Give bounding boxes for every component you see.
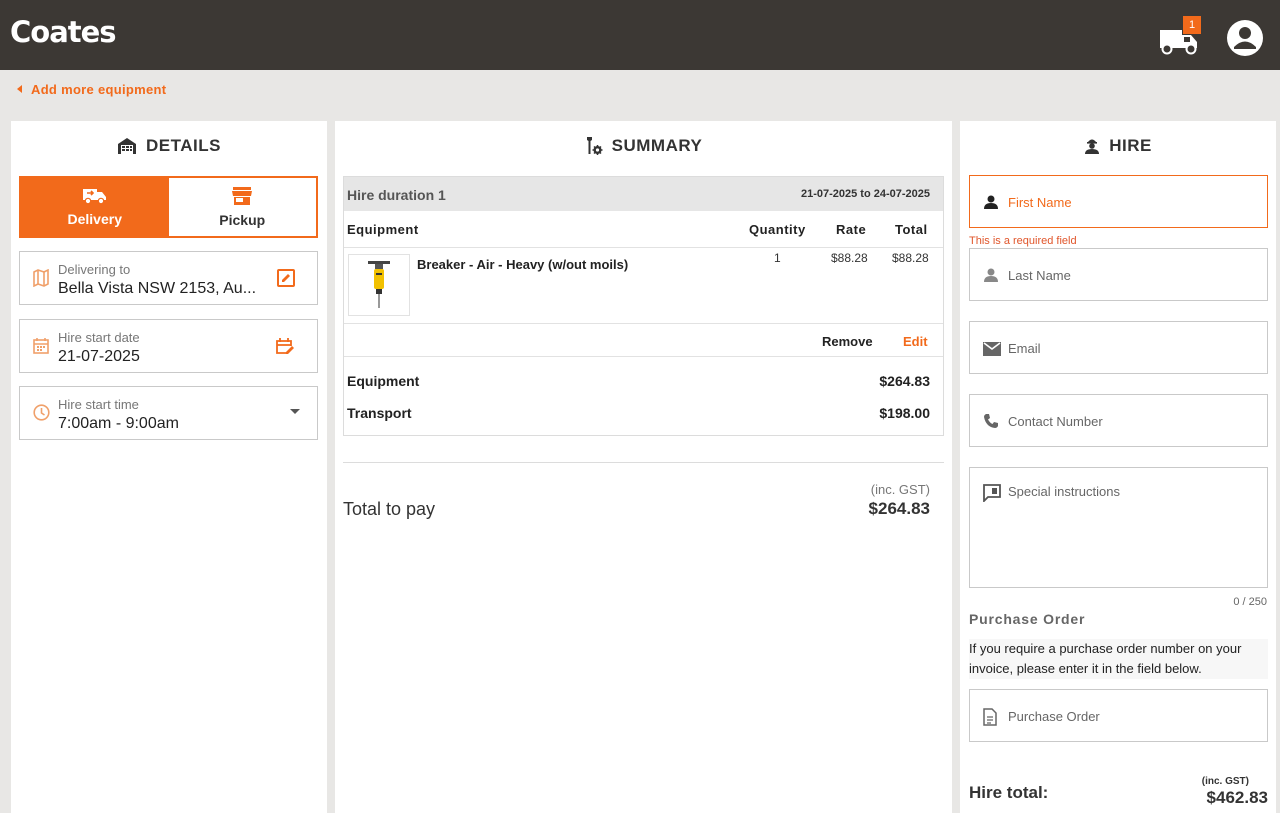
top-bar: Coates 1	[0, 0, 1280, 70]
calendar-icon	[33, 338, 49, 354]
contact-number-placeholder: Contact Number	[1008, 414, 1103, 429]
hire-start-time-label: Hire start time	[58, 397, 139, 412]
fulfilment-mode-toggle: Delivery Pickup	[19, 176, 318, 238]
details-heading: DETAILS	[11, 121, 327, 171]
delivery-label: Delivery	[67, 211, 122, 227]
person-icon	[984, 268, 998, 282]
hire-start-date-field[interactable]: Hire start date 21-07-2025	[19, 319, 318, 373]
table-divider	[344, 356, 943, 357]
details-title: DETAILS	[146, 136, 221, 155]
transport-label: Transport	[347, 405, 412, 421]
table-divider	[344, 247, 943, 248]
pickup-toggle-button[interactable]: Pickup	[168, 178, 316, 236]
last-name-placeholder: Last Name	[1008, 268, 1071, 283]
summary-panel: SUMMARY Hire duration 1 21-07-2025 to 24…	[335, 121, 952, 813]
summary-heading: SUMMARY	[335, 121, 952, 171]
last-name-input[interactable]: Last Name	[969, 248, 1268, 301]
total-to-pay-value: $264.83	[868, 499, 930, 518]
equipment-subtotal-label: Equipment	[347, 373, 420, 389]
total-gst-note: (inc. GST)	[870, 482, 930, 497]
first-name-input[interactable]: First Name	[969, 175, 1268, 228]
phone-icon	[984, 414, 998, 428]
character-counter: 0 / 250	[1233, 596, 1267, 608]
delivering-to-label: Delivering to	[58, 262, 131, 277]
calendar-edit-icon[interactable]	[275, 337, 295, 356]
hire-start-date-value: 21-07-2025	[58, 348, 140, 365]
table-divider	[344, 323, 943, 324]
purchase-order-info: If you require a purchase order number o…	[969, 639, 1268, 679]
email-input[interactable]: Email	[969, 321, 1268, 374]
equipment-thumbnail	[348, 254, 410, 316]
chevron-left-icon	[17, 85, 22, 93]
email-placeholder: Email	[1008, 341, 1041, 356]
account-icon	[1227, 20, 1263, 56]
equipment-item-name: Breaker - Air - Heavy (w/out moils)	[417, 257, 629, 272]
special-instructions-placeholder: Special instructions	[1008, 484, 1120, 499]
first-name-placeholder: First Name	[1008, 195, 1072, 210]
purchase-order-placeholder: Purchase Order	[1008, 709, 1100, 724]
jackhammer-image	[368, 261, 390, 308]
delivery-address-field[interactable]: Delivering to Bella Vista NSW 2153, Au..…	[19, 251, 318, 305]
dropdown-arrow-icon	[290, 409, 300, 414]
hire-duration-dates: 21-07-2025 to 24-07-2025	[800, 188, 930, 200]
map-icon	[33, 269, 49, 287]
summary-title: SUMMARY	[611, 136, 703, 155]
hire-start-time-select[interactable]: Hire start time 7:00am - 9:00am	[19, 386, 318, 440]
equipment-item-rate: $88.28	[831, 251, 868, 265]
tools-icon	[586, 137, 603, 155]
email-icon	[983, 342, 1001, 356]
column-header-equipment: Equipment	[347, 222, 419, 237]
hire-total-value: $462.83	[1206, 788, 1268, 807]
add-more-equipment-link[interactable]: Add more equipment	[17, 80, 166, 98]
comment-icon	[983, 484, 1001, 502]
edit-icon[interactable]	[277, 269, 295, 287]
hire-title: HIRE	[1109, 136, 1152, 155]
equipment-subtotal-value: $264.83	[879, 373, 930, 389]
hire-total-gst-note: (inc. GST)	[1201, 776, 1249, 787]
delivering-to-value: Bella Vista NSW 2153, Au...	[58, 280, 257, 297]
store-icon	[232, 187, 253, 205]
purchase-order-input[interactable]: Purchase Order	[969, 689, 1268, 742]
total-to-pay-label: Total to pay	[343, 499, 436, 519]
clock-icon	[33, 404, 50, 421]
add-more-equipment-label: Add more equipment	[31, 81, 167, 97]
hire-start-date-label: Hire start date	[58, 330, 140, 345]
hire-duration-bar: Hire duration 1 21-07-2025 to 24-07-2025	[344, 177, 943, 211]
remove-item-button[interactable]: Remove	[822, 334, 873, 349]
document-icon	[983, 708, 997, 726]
summary-divider	[343, 462, 944, 463]
hire-heading: HIRE	[960, 121, 1276, 171]
hire-panel: HIRE First Name This is a required field…	[960, 121, 1276, 813]
transport-value: $198.00	[879, 405, 930, 421]
equipment-item-quantity: 1	[774, 251, 781, 265]
person-icon	[984, 195, 998, 209]
hire-start-time-value: 7:00am - 9:00am	[58, 415, 179, 432]
hire-summary-table: Hire duration 1 21-07-2025 to 24-07-2025…	[343, 176, 944, 436]
delivery-toggle-button[interactable]: Delivery	[21, 178, 169, 236]
special-instructions-textarea[interactable]: Special instructions	[969, 467, 1268, 588]
warehouse-icon	[118, 138, 137, 154]
first-name-error: This is a required field	[969, 235, 1077, 247]
equipment-item-total: $88.28	[892, 251, 929, 265]
purchase-order-heading: Purchase Order	[969, 611, 1086, 627]
details-panel: DETAILS Delivery Pickup Delivering to Be…	[11, 121, 327, 813]
hire-duration-title: Hire duration 1	[347, 187, 446, 203]
pickup-label: Pickup	[219, 212, 266, 228]
cart-count-badge: 1	[1183, 16, 1201, 34]
column-header-total: Total	[895, 222, 928, 237]
worker-icon	[1085, 139, 1100, 154]
coates-logo[interactable]: Coates	[10, 15, 117, 49]
edit-item-button[interactable]: Edit	[903, 334, 928, 349]
column-header-rate: Rate	[836, 222, 867, 237]
column-header-quantity: Quantity	[749, 222, 806, 237]
account-button[interactable]	[1225, 18, 1265, 58]
hire-total-label: Hire total:	[969, 783, 1049, 802]
contact-number-input[interactable]: Contact Number	[969, 394, 1268, 447]
delivery-truck-icon	[82, 189, 106, 205]
